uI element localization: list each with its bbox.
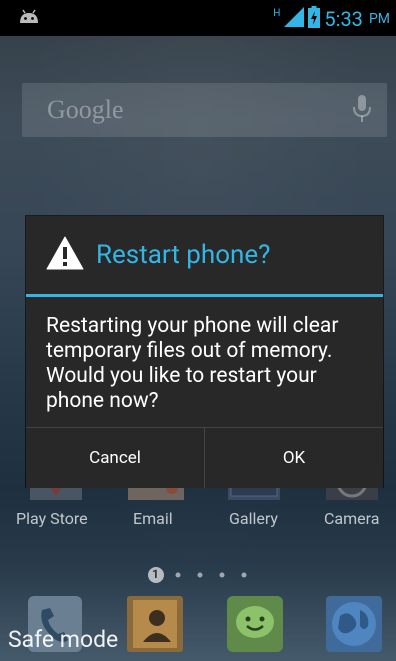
contacts-icon[interactable] xyxy=(127,596,183,656)
cancel-button[interactable]: Cancel xyxy=(26,428,204,488)
signal-icon xyxy=(284,7,305,31)
restart-dialog: Restart phone? Restarting your phone wil… xyxy=(26,216,383,488)
messaging-icon[interactable] xyxy=(227,596,283,656)
battery-icon xyxy=(308,6,321,32)
app-label-camera: Camera xyxy=(324,509,380,528)
network-type-label: H xyxy=(273,8,281,19)
dialog-button-bar: Cancel OK xyxy=(26,427,383,488)
status-time: 5:33 xyxy=(324,7,363,31)
dialog-title: Restart phone? xyxy=(96,240,271,270)
dialog-title-divider xyxy=(26,294,383,297)
page-indicator: 1 xyxy=(0,565,396,585)
warning-icon xyxy=(46,236,84,274)
status-bar: H 5:33 PM xyxy=(0,0,396,36)
safe-mode-label: Safe mode xyxy=(8,626,119,653)
page-indicator-current: 1 xyxy=(152,567,159,581)
browser-icon[interactable] xyxy=(326,596,382,656)
dialog-message: Restarting your phone will clear tempora… xyxy=(46,314,339,413)
ok-button[interactable]: OK xyxy=(204,428,383,488)
status-ampm: PM xyxy=(368,11,390,27)
app-label-email: Email xyxy=(133,509,173,528)
app-label-play-store: Play Store xyxy=(16,509,88,528)
search-placeholder: Google xyxy=(47,95,124,124)
microphone-icon[interactable] xyxy=(353,95,371,127)
app-label-gallery: Gallery xyxy=(229,509,278,528)
google-search-bar[interactable]: Google xyxy=(22,83,387,137)
android-notification-icon xyxy=(18,9,40,29)
dialog-title-bar: Restart phone? xyxy=(26,216,383,294)
